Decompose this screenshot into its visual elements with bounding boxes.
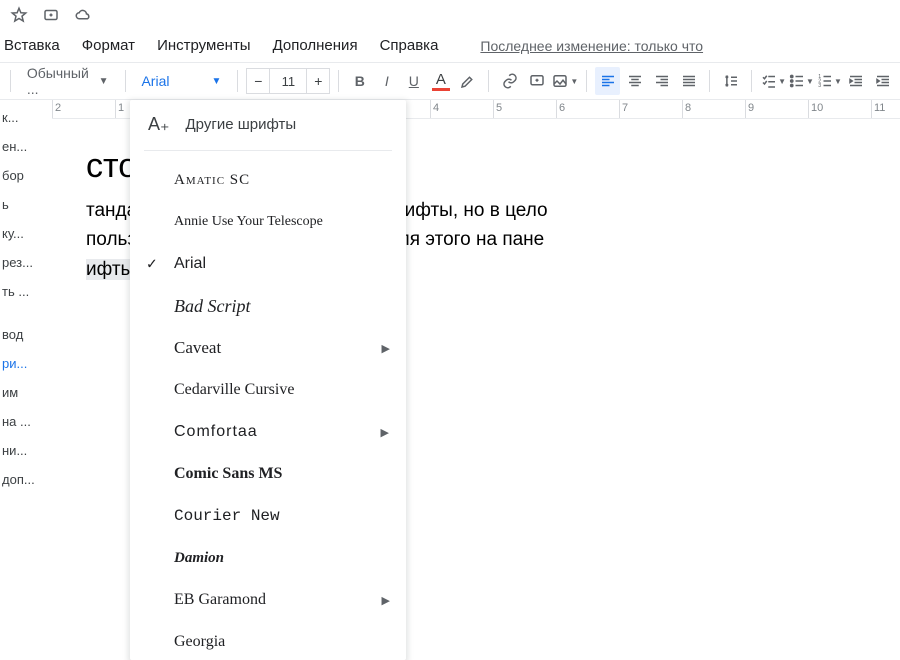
last-edit-link[interactable]: Последнее изменение: только что — [480, 38, 703, 54]
font-option-label: EB Garamond — [174, 591, 266, 609]
font-option-label: Bad Script — [174, 296, 251, 317]
outline-item[interactable]: вод — [2, 327, 54, 342]
font-dropdown-menu: A₊ Другие шрифты Amatic SC Annie Use Your… — [130, 100, 406, 660]
link-button[interactable] — [497, 67, 522, 95]
menu-help[interactable]: Справка — [380, 37, 439, 54]
font-option[interactable]: ✓ Arial — [130, 243, 406, 285]
font-option[interactable]: Comic Sans MS — [130, 453, 406, 495]
menu-addons[interactable]: Дополнения — [273, 37, 358, 54]
outline-item[interactable]: ри... — [2, 356, 54, 371]
font-option-label: Amatic SC — [174, 172, 250, 189]
align-right-button[interactable] — [649, 67, 674, 95]
more-fonts-item[interactable]: A₊ Другие шрифты — [130, 100, 406, 150]
outline-item[interactable]: ть ... — [2, 284, 54, 299]
ruler-tick: 6 — [556, 100, 619, 118]
font-option-label: Cedarville Cursive — [174, 381, 294, 399]
submenu-arrow-icon: ▶ — [382, 342, 390, 355]
comment-button[interactable] — [524, 67, 549, 95]
font-option-label: Comic Sans MS — [174, 465, 282, 483]
checklist-button[interactable]: ▼ — [760, 67, 786, 95]
font-option-label: Georgia — [174, 633, 225, 651]
cloud-icon[interactable] — [74, 6, 92, 27]
font-option-label: Arial — [174, 255, 206, 273]
line-spacing-button[interactable] — [718, 67, 743, 95]
outline-item[interactable]: ен... — [2, 139, 54, 154]
ruler-tick: 5 — [493, 100, 556, 118]
font-option-label: Comfortaa — [174, 423, 258, 441]
svg-text:3: 3 — [818, 83, 821, 89]
font-option-label: Caveat — [174, 338, 221, 358]
ruler-tick: 2 — [52, 100, 115, 118]
outline-sidebar: к... ен... бор ь ку... рез... ть ... вод ри... им… — [0, 100, 56, 644]
outline-item[interactable]: доп... — [2, 472, 54, 487]
font-option[interactable]: Caveat ▶ — [130, 327, 406, 369]
ruler-tick: 10 — [808, 100, 871, 118]
check-icon: ✓ — [146, 256, 158, 273]
menubar: Вставка Формат Инструменты Дополнения Сп… — [0, 33, 900, 63]
font-size-control: − 11 + — [246, 68, 330, 94]
outline-item[interactable]: им — [2, 385, 54, 400]
bulleted-list-button[interactable]: ▼ — [788, 67, 814, 95]
bold-button[interactable]: B — [347, 67, 372, 95]
font-option[interactable]: Annie Use Your Telescope — [130, 201, 406, 243]
underline-button[interactable]: U — [401, 67, 426, 95]
font-option[interactable]: Georgia — [130, 621, 406, 660]
outline-item[interactable]: ь — [2, 197, 54, 212]
outline-item[interactable]: рез... — [2, 255, 54, 270]
styles-dropdown[interactable]: Обычный ...▼ — [19, 67, 117, 95]
ruler-tick: 4 — [430, 100, 493, 118]
font-option[interactable]: Amatic SC — [130, 159, 406, 201]
font-option-label: Damion — [174, 550, 224, 567]
numbered-list-button[interactable]: 123▼ — [816, 67, 842, 95]
outline-item[interactable]: ку... — [2, 226, 54, 241]
outline-item[interactable]: к... — [2, 110, 54, 125]
move-icon[interactable] — [42, 6, 60, 27]
text-color-button[interactable]: A — [428, 67, 453, 95]
title-bar-icons — [0, 0, 900, 33]
font-option[interactable]: Comfortaa ▶ — [130, 411, 406, 453]
outline-item[interactable]: ни... — [2, 443, 54, 458]
highlight-button[interactable] — [455, 67, 480, 95]
font-option-label: Courier New — [174, 507, 280, 525]
ruler-tick: 8 — [682, 100, 745, 118]
indent-increase-button[interactable] — [871, 67, 896, 95]
font-option[interactable]: Cedarville Cursive — [130, 369, 406, 411]
ruler-tick: 9 — [745, 100, 808, 118]
font-option-label: Annie Use Your Telescope — [174, 214, 323, 230]
font-size-value[interactable]: 11 — [270, 68, 306, 94]
font-dropdown[interactable]: Arial▼ — [133, 67, 229, 95]
indent-decrease-button[interactable] — [844, 67, 869, 95]
font-option[interactable]: Damion — [130, 537, 406, 579]
italic-button[interactable]: I — [374, 67, 399, 95]
submenu-arrow-icon: ▶ — [382, 594, 390, 607]
menu-tools[interactable]: Инструменты — [157, 37, 251, 54]
font-option[interactable]: Courier New — [130, 495, 406, 537]
outline-item[interactable]: на ... — [2, 414, 54, 429]
font-option[interactable]: EB Garamond ▶ — [130, 579, 406, 621]
star-icon[interactable] — [10, 6, 28, 27]
font-size-decrease[interactable]: − — [246, 68, 270, 94]
ruler-tick: 11 — [871, 100, 900, 118]
font-size-increase[interactable]: + — [306, 68, 330, 94]
outline-item[interactable]: бор — [2, 168, 54, 183]
ruler-tick: 7 — [619, 100, 682, 118]
align-justify-button[interactable] — [676, 67, 701, 95]
image-button[interactable]: ▼ — [551, 67, 578, 95]
toolbar: Обычный ...▼ Arial▼ − 11 + B I U A ▼ ▼ ▼… — [0, 63, 900, 100]
menu-format[interactable]: Формат — [82, 37, 135, 54]
submenu-arrow-icon: ▶ — [381, 426, 390, 439]
menu-insert[interactable]: Вставка — [4, 37, 60, 54]
add-font-icon: A₊ — [148, 114, 170, 135]
font-option[interactable]: Bad Script — [130, 285, 406, 327]
align-center-button[interactable] — [622, 67, 647, 95]
align-left-button[interactable] — [595, 67, 620, 95]
